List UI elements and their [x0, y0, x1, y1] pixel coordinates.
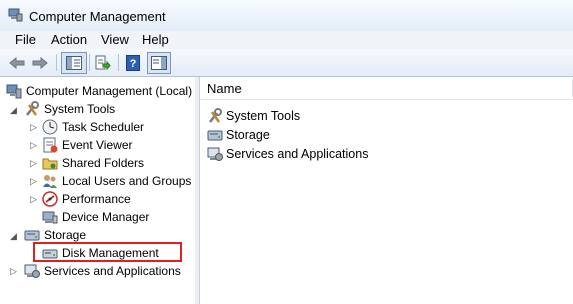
- list-item[interactable]: Services and Applications: [207, 145, 368, 163]
- storage-icon: [207, 127, 223, 143]
- event-viewer-icon: [42, 137, 58, 153]
- tree-label: Storage: [44, 228, 87, 242]
- export-list-icon[interactable]: [94, 53, 112, 72]
- title-bar: Computer Management: [0, 0, 573, 32]
- tree-item-task-scheduler[interactable]: Task Scheduler: [42, 118, 144, 136]
- expand-icon[interactable]: ▷: [29, 194, 38, 205]
- expand-icon[interactable]: ▷: [29, 158, 38, 169]
- computer-management-icon: [8, 8, 23, 22]
- tree-label: Local Users and Groups: [62, 174, 192, 188]
- toolbar: ?: [0, 49, 573, 77]
- users-icon: [42, 173, 58, 189]
- menu-bar: File Action View Help: [0, 31, 573, 49]
- window-title: Computer Management: [29, 9, 166, 24]
- show-hide-tree-icon[interactable]: [61, 52, 87, 74]
- tree-item-system-tools[interactable]: System Tools: [24, 100, 115, 118]
- menu-view[interactable]: View: [101, 32, 129, 47]
- tree-item-shared-folders[interactable]: Shared Folders: [42, 154, 144, 172]
- clock-icon: [42, 119, 58, 135]
- tree-label: System Tools: [44, 102, 116, 116]
- tree-item-services[interactable]: Services and Applications: [24, 262, 181, 280]
- tree-label: Event Viewer: [62, 138, 133, 152]
- shared-folder-icon: [42, 155, 58, 171]
- services-icon: [24, 263, 40, 279]
- column-header-name[interactable]: Name: [207, 81, 242, 96]
- tree-item-event-viewer[interactable]: Event Viewer: [42, 136, 132, 154]
- collapse-icon[interactable]: ◢: [9, 105, 18, 116]
- menu-file[interactable]: File: [15, 32, 36, 47]
- tools-icon: [207, 108, 223, 124]
- tree-item-performance[interactable]: Performance: [42, 190, 131, 208]
- list-item-label: Services and Applications: [226, 147, 369, 161]
- tree-label: Services and Applications: [44, 264, 181, 278]
- help-icon[interactable]: ?: [125, 53, 141, 72]
- menu-help[interactable]: Help: [142, 32, 169, 47]
- svg-text:?: ?: [130, 58, 137, 70]
- selection-highlight-box: [33, 242, 182, 262]
- forward-icon[interactable]: [31, 53, 49, 72]
- tree-label: Task Scheduler: [62, 120, 145, 134]
- tree-item-local-users[interactable]: Local Users and Groups: [42, 172, 191, 190]
- tree-label: Device Manager: [62, 210, 150, 224]
- results-pane: Name System Tools Storage Services and A…: [199, 77, 573, 304]
- collapse-icon[interactable]: ◢: [9, 231, 18, 242]
- expand-icon[interactable]: ▷: [9, 266, 18, 277]
- tools-icon: [24, 101, 40, 117]
- expand-icon[interactable]: ▷: [29, 140, 38, 151]
- back-icon[interactable]: [8, 53, 26, 72]
- computer-management-icon: [6, 83, 22, 99]
- expand-icon[interactable]: ▷: [29, 122, 38, 133]
- tree-item-root[interactable]: Computer Management (Local): [6, 82, 192, 100]
- list-item-label: Storage: [226, 128, 270, 142]
- tree-label: Shared Folders: [62, 156, 145, 170]
- services-icon: [207, 146, 223, 162]
- expand-icon[interactable]: ▷: [29, 176, 38, 187]
- list-item[interactable]: Storage: [207, 126, 270, 144]
- show-hide-action-pane-icon[interactable]: [147, 52, 171, 74]
- tree-item-device-manager[interactable]: Device Manager: [42, 208, 149, 226]
- device-manager-icon: [42, 209, 58, 225]
- column-header-bar: Name: [200, 77, 573, 100]
- storage-icon: [24, 227, 40, 243]
- menu-action[interactable]: Action: [51, 32, 87, 47]
- tree-label: Performance: [62, 192, 131, 206]
- list-item[interactable]: System Tools: [207, 107, 300, 125]
- list-item-label: System Tools: [226, 109, 301, 123]
- performance-icon: [42, 191, 58, 207]
- tree-label: Computer Management (Local): [26, 84, 193, 98]
